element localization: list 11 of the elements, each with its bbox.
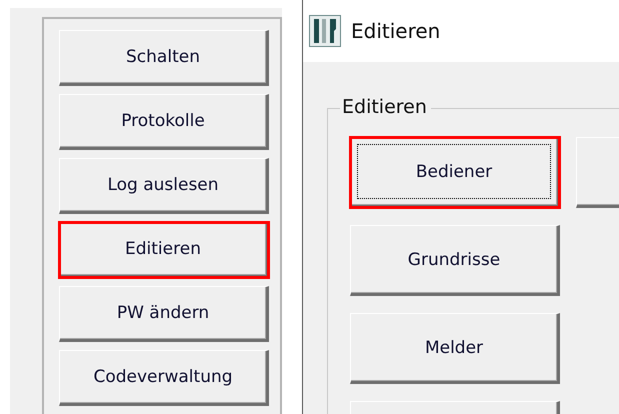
edit-button[interactable]: Grundrisse <box>350 225 560 296</box>
menu-button[interactable]: Codeverwaltung <box>59 350 269 406</box>
window-title: Editieren <box>351 19 440 43</box>
edit-button[interactable]: Bediener <box>350 137 560 208</box>
menu-button[interactable]: PW ändern <box>59 286 269 342</box>
app-icon <box>309 15 341 47</box>
menu-button[interactable]: Log auslesen <box>59 158 269 214</box>
menu-button[interactable]: Editieren <box>59 222 269 278</box>
edit-button[interactable]: Melder <box>350 313 560 384</box>
menu-button[interactable]: Schalten <box>59 30 269 86</box>
menu-button[interactable]: Protokolle <box>59 94 269 150</box>
